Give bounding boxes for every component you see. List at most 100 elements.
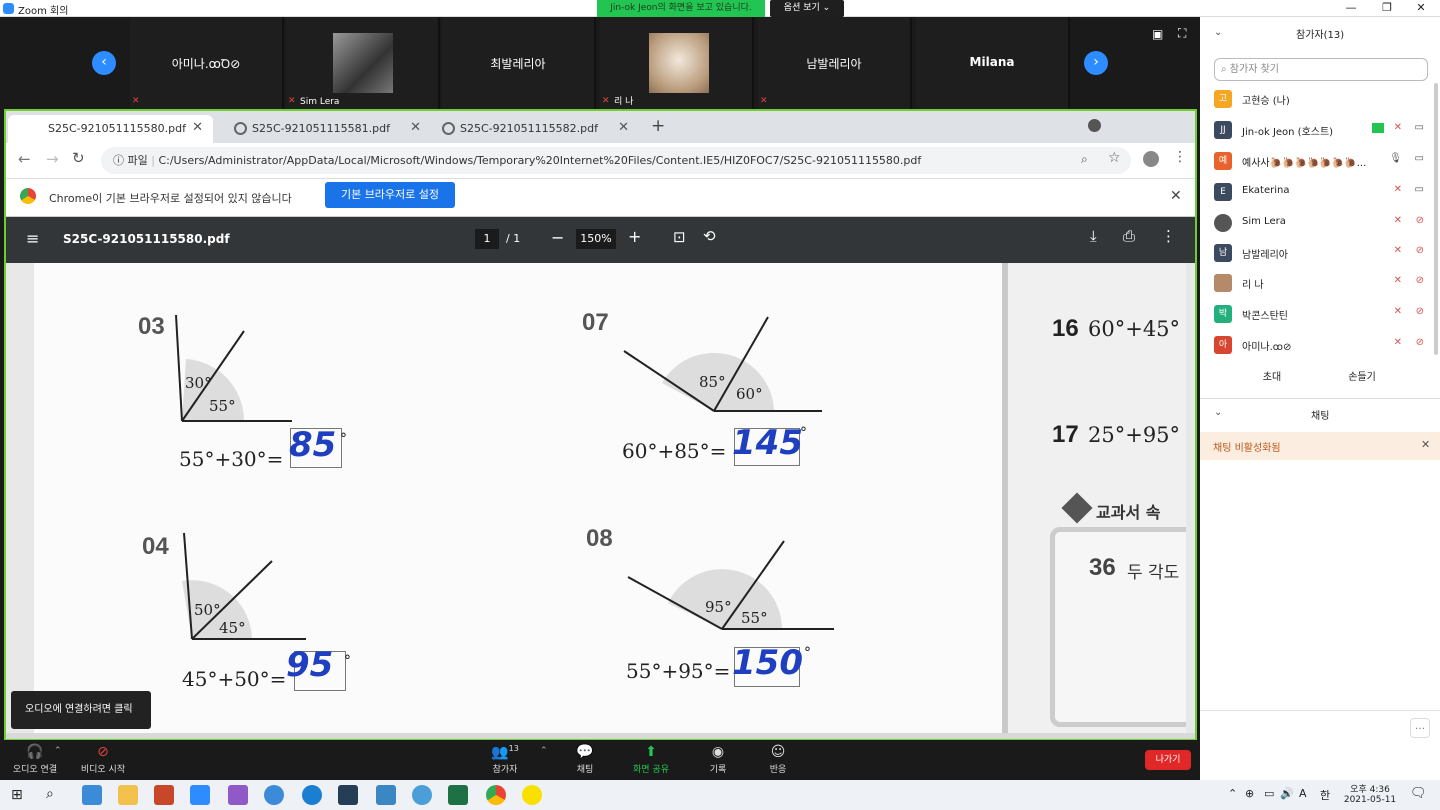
pdf-more-icon[interactable]: ⋮	[1161, 227, 1176, 245]
zoom-level-input[interactable]: 150%	[576, 229, 616, 249]
collapse-chevron-icon[interactable]: ⌄	[1214, 27, 1222, 38]
windows-taskbar: ⊞ ⌕ ⌃ ⊕ ▭ 🔊 A 한 오후 4:36 2021-05-11 🗨	[0, 780, 1440, 810]
chat-label: 채팅	[576, 765, 594, 775]
diamond-icon	[1061, 492, 1093, 524]
browser-tab-active[interactable]: S25C-921051115580.pdf ✕	[8, 115, 213, 143]
participant-row[interactable]: 고 고현승 (나)	[1212, 84, 1428, 114]
next-page-arrow-icon[interactable]: ›	[1084, 51, 1108, 75]
ime-indicator[interactable]: A	[1299, 787, 1307, 800]
raise-hand-button[interactable]: 손들기	[1340, 368, 1384, 388]
video-tile[interactable]: 아미나.ꝏꝹ⊘ ✕	[130, 17, 284, 109]
back-icon[interactable]: ←	[18, 150, 31, 168]
chat-disabled-bar: 채팅 비활성화됨 ✕	[1200, 432, 1440, 460]
leave-button[interactable]: 나가기	[1145, 750, 1191, 770]
reactions-button[interactable]: ☺ 반응	[743, 744, 813, 775]
powerpoint-icon[interactable]	[154, 785, 174, 805]
new-tab-button[interactable]: +	[651, 116, 665, 136]
participant-row[interactable]: 아 아미나.ꝏ⊘ ✕ ⊘	[1212, 330, 1428, 360]
network-icon[interactable]: ⊕	[1245, 787, 1254, 800]
fullscreen-icon[interactable]: ⛶	[1178, 26, 1186, 41]
tab-search-icon[interactable]	[1088, 119, 1101, 132]
reload-icon[interactable]: ↻	[72, 149, 85, 167]
zoom-out-icon[interactable]: −	[551, 228, 564, 247]
url-field[interactable]: ⓘ 파일 | C:/Users/Administrator/AppData/Lo…	[101, 147, 1131, 174]
url-text: C:/Users/Administrator/AppData/Local/Mic…	[158, 154, 922, 167]
monitor-icon[interactable]: ▭	[1264, 787, 1274, 800]
set-default-browser-button[interactable]: 기본 브라우저로 설정	[325, 182, 455, 208]
pdf-menu-icon[interactable]: ≡	[26, 229, 39, 248]
notifications-icon[interactable]: 🗨	[1410, 786, 1427, 801]
maximize-button[interactable]: ❐	[1372, 0, 1402, 17]
url-scheme: 파일	[127, 154, 148, 167]
participant-row[interactable]: Sim Lera ✕ ⊘	[1212, 208, 1428, 238]
close-icon[interactable]: ✕	[1421, 438, 1430, 451]
participant-row[interactable]: 남 남발레리아 ✕ ⊘	[1212, 238, 1428, 268]
invite-button[interactable]: 초대	[1250, 368, 1294, 388]
download-icon[interactable]: ⤓	[1090, 227, 1097, 245]
profile-icon[interactable]	[1143, 151, 1159, 167]
chat-button[interactable]: 💬 채팅	[550, 744, 620, 775]
video-tile[interactable]: 남발레리아 ✕	[758, 17, 912, 109]
video-tile[interactable]: ✕ Sim Lera	[286, 17, 440, 109]
audio-options-caret-icon[interactable]: ⌃	[54, 746, 62, 756]
kakaotalk-icon[interactable]	[522, 785, 542, 805]
horizontal-scrollbar[interactable]	[6, 733, 1195, 739]
paint-icon[interactable]	[228, 785, 248, 805]
zoom-app-icon[interactable]	[190, 785, 210, 805]
windows-start-icon[interactable]: ⊞	[11, 787, 23, 803]
angle-diagram	[623, 316, 822, 412]
participants-button[interactable]: 👥13 참가자	[470, 744, 540, 775]
participant-row[interactable]: JJ Jin-ok Jeon (호스트) ✕ ▭	[1212, 115, 1428, 145]
pen-app-icon[interactable]	[338, 785, 358, 805]
rotate-icon[interactable]: ⟲	[703, 227, 716, 245]
video-tile[interactable]: Milana	[916, 17, 1070, 109]
prev-page-arrow-icon[interactable]: ‹	[92, 51, 116, 75]
video-tile[interactable]: ✕ 리 나	[600, 17, 754, 109]
clock[interactable]: 오후 4:36 2021-05-11	[1340, 782, 1400, 805]
infobar-close-icon[interactable]: ✕	[1170, 188, 1182, 204]
messenger-icon[interactable]	[412, 785, 432, 805]
tray-chevron-icon[interactable]: ⌃	[1228, 787, 1237, 800]
chrome-icon[interactable]	[486, 785, 506, 805]
view-options-button[interactable]: 옵션 보기 ⌄	[770, 0, 844, 17]
volume-icon[interactable]: 🔊	[1280, 787, 1294, 800]
participant-row[interactable]: 박 박콘스탄틴 ✕ ⊘	[1212, 299, 1428, 329]
tab-close-icon[interactable]: ✕	[410, 120, 421, 135]
collapse-chevron-icon[interactable]: ⌄	[1214, 407, 1222, 418]
participant-row[interactable]: 예 예사사🐌🐌🐌🐌🐌🐌🐌... 🎙 ▭	[1212, 146, 1428, 176]
tab-close-icon[interactable]: ✕	[618, 120, 629, 135]
close-window-button[interactable]: ✕	[1406, 0, 1436, 17]
ie-alt-icon[interactable]	[264, 785, 284, 805]
language-indicator[interactable]: 한	[1320, 787, 1330, 803]
internet-explorer-icon[interactable]	[82, 785, 102, 805]
file-explorer-icon[interactable]	[118, 785, 138, 805]
share-screen-button[interactable]: ⬆ 화면 공유	[616, 744, 686, 775]
edge-icon[interactable]	[302, 785, 322, 805]
participant-row[interactable]: E Ekaterina ✕ ▭	[1212, 177, 1428, 207]
participant-search-input[interactable]: ⌕ 참가자 찾기	[1214, 58, 1428, 81]
minimize-button[interactable]: —	[1336, 0, 1366, 17]
zoom-in-icon[interactable]: +	[628, 227, 641, 246]
video-tile[interactable]: 최발레리아	[442, 17, 596, 109]
bookmark-star-icon[interactable]: ☆	[1108, 150, 1121, 166]
forward-icon[interactable]: →	[46, 150, 59, 168]
tab-close-icon[interactable]: ✕	[192, 120, 203, 135]
gallery-view-icon[interactable]: ▣	[1152, 27, 1163, 41]
avatar: 박	[1214, 305, 1232, 323]
start-video-button[interactable]: ⊘ 비디오 시작	[68, 744, 138, 775]
search-icon[interactable]: ⌕	[46, 786, 54, 802]
photos-icon[interactable]	[376, 785, 396, 805]
fit-page-icon[interactable]: ⊡	[673, 228, 686, 246]
excel-icon[interactable]	[448, 785, 468, 805]
share-up-arrow-icon: ⬆	[645, 744, 657, 760]
print-icon[interactable]: ⎙	[1123, 227, 1135, 245]
participants-scrollbar[interactable]	[1434, 83, 1438, 355]
browser-tab[interactable]: S25C-921051115581.pdf ✕	[226, 115, 431, 143]
zoom-lens-icon[interactable]: ⌕	[1081, 152, 1088, 167]
participant-row[interactable]: 리 나 ✕ ⊘	[1212, 268, 1428, 298]
participants-caret-icon[interactable]: ⌃	[540, 746, 548, 756]
menu-kebab-icon[interactable]: ⋮	[1173, 149, 1187, 165]
more-options-icon[interactable]: …	[1410, 718, 1430, 738]
browser-tab[interactable]: S25C-921051115582.pdf ✕	[434, 115, 639, 143]
page-number-input[interactable]: 1	[475, 229, 499, 249]
